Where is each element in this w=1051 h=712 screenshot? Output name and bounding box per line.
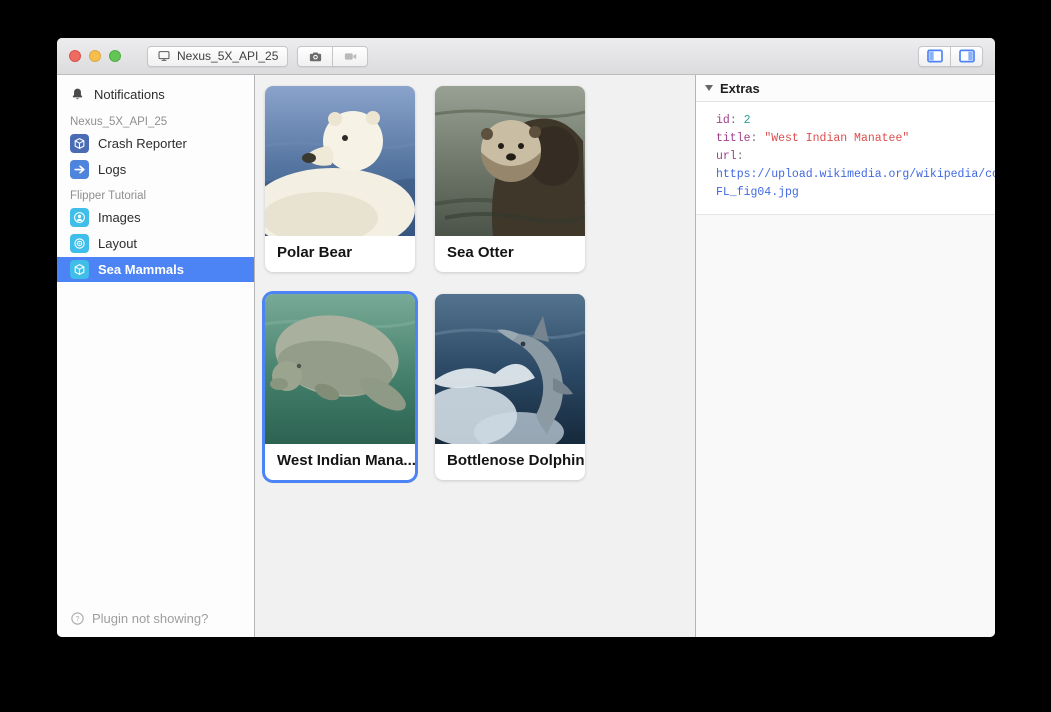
sea-otter-image bbox=[435, 86, 585, 236]
polar-bear-image bbox=[265, 86, 415, 236]
bell-icon bbox=[70, 87, 85, 102]
card-bottlenose-dolphin[interactable]: Bottlenose Dolphin bbox=[435, 294, 585, 480]
cube-icon bbox=[70, 134, 89, 153]
title-toolbar: Nexus_5X_API_25 bbox=[57, 38, 995, 75]
sidebar-item-label: Sea Mammals bbox=[98, 262, 184, 277]
screen-record-button[interactable] bbox=[332, 46, 368, 67]
flipper-window: Nexus_5X_API_25 bbox=[57, 38, 995, 637]
device-selector-button[interactable]: Nexus_5X_API_25 bbox=[147, 46, 288, 67]
window-content: Notifications Nexus_5X_API_25 Crash Repo… bbox=[57, 75, 995, 637]
sidebar-item-label: Crash Reporter bbox=[98, 136, 187, 151]
dolphin-image bbox=[435, 294, 585, 444]
cube-icon bbox=[70, 260, 89, 279]
json-line: FL_fig04.jpg bbox=[716, 186, 799, 199]
device-selector-label: Nexus_5X_API_25 bbox=[177, 49, 278, 63]
help-circle-icon: ? bbox=[70, 611, 85, 626]
sidebar-item-sea-mammals[interactable]: Sea Mammals bbox=[57, 257, 254, 282]
svg-text:?: ? bbox=[76, 616, 80, 623]
sidebar-section-device: Nexus_5X_API_25 bbox=[57, 109, 254, 131]
extras-panel: Extras id: 2 title: "West Indian Manatee… bbox=[695, 75, 995, 637]
card-title: Bottlenose Dolphin bbox=[435, 444, 585, 480]
sidebar-item-layout[interactable]: Layout bbox=[57, 231, 254, 256]
capture-button-group bbox=[297, 46, 368, 67]
plugin-help-label: Plugin not showing? bbox=[92, 611, 208, 626]
json-line: url: bbox=[716, 150, 744, 163]
sea-mammals-card-grid: Polar Bear Sea bbox=[255, 75, 695, 637]
zoom-button[interactable] bbox=[109, 50, 121, 62]
card-west-indian-manatee[interactable]: West Indian Mana... bbox=[265, 294, 415, 480]
panel-left-icon bbox=[926, 49, 944, 63]
sidebar-item-logs[interactable]: Logs bbox=[57, 157, 254, 182]
arrow-right-icon bbox=[70, 160, 89, 179]
panel-toggle-group bbox=[918, 46, 983, 67]
caret-down-icon bbox=[705, 85, 713, 91]
sidebar: Notifications Nexus_5X_API_25 Crash Repo… bbox=[57, 75, 255, 637]
user-circle-icon bbox=[70, 208, 89, 227]
card-title: Polar Bear bbox=[265, 236, 415, 272]
json-line: id: 2 bbox=[716, 114, 751, 127]
sidebar-item-label: Notifications bbox=[94, 87, 165, 102]
json-line: title: "West Indian Manatee" bbox=[716, 132, 909, 145]
camera-icon bbox=[308, 49, 323, 64]
sidebar-item-notifications[interactable]: Notifications bbox=[57, 81, 254, 108]
extras-title: Extras bbox=[720, 81, 760, 96]
plugin-help-link[interactable]: ? Plugin not showing? bbox=[57, 602, 254, 637]
card-polar-bear[interactable]: Polar Bear bbox=[265, 86, 415, 272]
sidebar-section-flipper-tutorial: Flipper Tutorial bbox=[57, 183, 254, 205]
minimize-button[interactable] bbox=[89, 50, 101, 62]
card-sea-otter[interactable]: Sea Otter bbox=[435, 86, 585, 272]
target-icon bbox=[70, 234, 89, 253]
sidebar-item-label: Layout bbox=[98, 236, 137, 251]
card-title: West Indian Mana... bbox=[265, 444, 415, 480]
video-camera-icon bbox=[343, 49, 358, 64]
sidebar-item-label: Images bbox=[98, 210, 141, 225]
sidebar-item-label: Logs bbox=[98, 162, 126, 177]
sidebar-item-crash-reporter[interactable]: Crash Reporter bbox=[57, 131, 254, 156]
toggle-left-panel-button[interactable] bbox=[918, 46, 951, 67]
close-button[interactable] bbox=[69, 50, 81, 62]
panel-right-icon bbox=[958, 49, 976, 63]
screenshot-button[interactable] bbox=[297, 46, 333, 67]
monitor-icon bbox=[157, 49, 171, 63]
card-title: Sea Otter bbox=[435, 236, 585, 272]
extras-data-inspector: id: 2 title: "West Indian Manatee" url: … bbox=[696, 102, 995, 215]
json-line: https://upload.wikimedia.org/wikipedia/c… bbox=[716, 168, 995, 181]
traffic-lights bbox=[69, 50, 121, 62]
manatee-image bbox=[265, 294, 415, 444]
sidebar-item-images[interactable]: Images bbox=[57, 205, 254, 230]
toggle-right-panel-button[interactable] bbox=[950, 46, 983, 67]
extras-panel-header[interactable]: Extras bbox=[696, 75, 995, 102]
